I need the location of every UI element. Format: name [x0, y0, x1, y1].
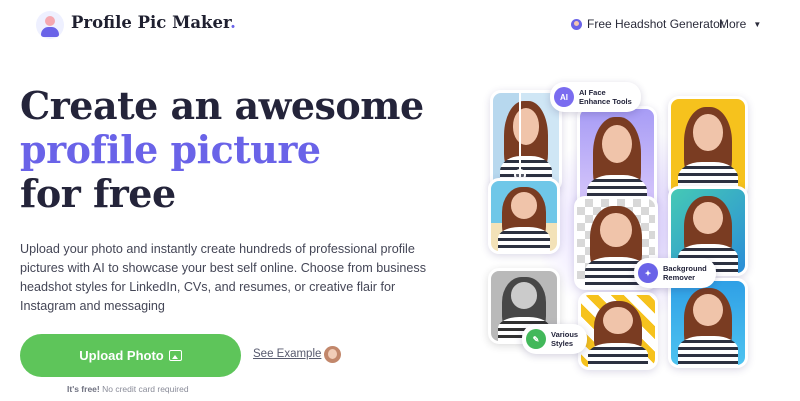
magic-wand-icon: ✦	[638, 263, 658, 283]
photo-yellow	[668, 96, 748, 198]
photo-beach	[488, 178, 560, 254]
badge-various-styles: ✎ Various Styles	[522, 324, 588, 354]
nav-more-label: More	[719, 17, 747, 31]
hero-title-line-3: for free	[20, 171, 176, 216]
photo-icon	[168, 350, 182, 361]
badge-ai-face-enhance: AI AI Face Enhance Tools	[550, 82, 641, 112]
nav-link-label: Free Headshot Generator	[587, 17, 724, 31]
upload-photo-button[interactable]: Upload Photo	[20, 334, 241, 377]
example-avatar[interactable]	[324, 346, 341, 363]
hero-title: Create an awesome profile picture for fr…	[20, 84, 440, 216]
logo[interactable]: Profile Pic Maker.	[71, 13, 236, 32]
profile-collage: AI AI Face Enhance Tools ✦ Background Remo…	[470, 60, 790, 380]
chevron-down-icon: ▼	[753, 19, 762, 29]
see-example-link[interactable]: See Example	[253, 348, 321, 360]
nav-free-headshot-generator[interactable]: Free Headshot Generator	[571, 16, 724, 32]
free-note: It's free! No credit card required	[67, 384, 189, 394]
brush-icon: ✎	[526, 329, 546, 349]
nav-more-dropdown[interactable]: More ▼	[719, 16, 761, 32]
ai-icon: AI	[554, 87, 574, 107]
photo-blue	[668, 278, 748, 368]
logo-icon[interactable]	[36, 11, 64, 39]
hero-title-line-1: Create an awesome	[20, 83, 424, 128]
headshot-icon	[571, 18, 582, 30]
header: Profile Pic Maker. Free Headshot Generat…	[0, 0, 800, 48]
upload-photo-label: Upload Photo	[79, 348, 164, 363]
photo-stripes	[578, 292, 658, 370]
badge-background-remover: ✦ Background Remover	[634, 258, 716, 288]
hero-title-line-2: profile picture	[20, 127, 321, 172]
hero-description: Upload your photo and instantly create h…	[20, 242, 427, 313]
